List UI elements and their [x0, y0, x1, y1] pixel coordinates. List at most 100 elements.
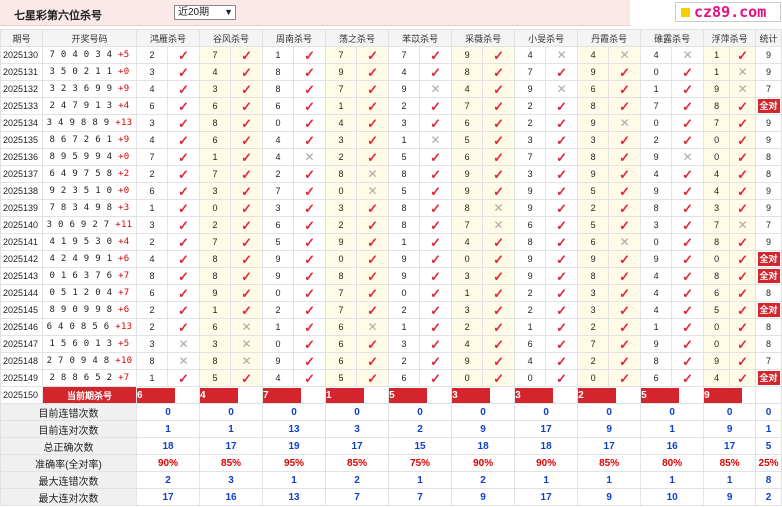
stats-row: 目前连错次数 0 0 0 0 0 0 0 0 0 0 0 [0, 403, 782, 421]
cross-icon: ✕ [241, 354, 252, 368]
correct-mark: ✓ [729, 46, 757, 64]
draw-number-cell: 2 4 7 9 1 3 +4 [42, 97, 137, 115]
cross-icon: ✕ [241, 337, 252, 351]
period-cell: 2025135 [0, 131, 43, 149]
kill-number: 3 [577, 131, 610, 149]
kill-number: 4 [262, 148, 295, 166]
correct-mark: ✓ [482, 352, 516, 370]
current-kill-cell: 5 [640, 386, 705, 404]
check-icon: ✓ [304, 81, 315, 97]
stat-cell: 9 [755, 233, 782, 251]
kill-number: 3 [577, 301, 610, 319]
correct-mark: ✓ [419, 114, 453, 132]
table-row: 2025141 4 1 9 5 3 0 +4 2 ✓ 7 ✓ 5 ✓ 9 ✓ 1 ✓ 4 ✓ 8 ✓ 6 ✕ 0 ✓ 8… [0, 233, 782, 251]
check-icon: ✓ [430, 64, 442, 80]
period-cell: 2025131 [0, 63, 43, 81]
kill-number: 8 [451, 199, 484, 217]
period-range-select[interactable]: 近20期 ▼ [174, 5, 236, 20]
correct-mark: ✓ [356, 335, 390, 353]
period-cell: 2025146 [0, 318, 43, 336]
correct-mark: ✓ [293, 216, 327, 234]
correct-mark: ✓ [166, 46, 201, 64]
kill-number: 9 [325, 233, 358, 251]
correct-mark: ✓ [293, 352, 327, 370]
correct-mark: ✓ [545, 182, 579, 200]
current-kill-cell: 4 [199, 386, 264, 404]
correct-mark: ✓ [608, 148, 642, 166]
draw-number-cell: 4 1 9 5 3 0 +4 [42, 233, 137, 251]
kill-number: 1 [136, 369, 168, 387]
kill-number: 6 [451, 148, 484, 166]
stat-cell: 全对 [755, 369, 782, 387]
correct-mark: ✓ [545, 284, 579, 302]
check-icon: ✓ [556, 217, 568, 233]
draw-number-cell: 4 2 4 9 9 1 +6 [42, 250, 137, 268]
column-header: 丹霞杀号 [577, 29, 642, 47]
current-kill-cell: 3 [451, 386, 516, 404]
check-icon: ✓ [241, 370, 252, 386]
check-icon: ✓ [493, 81, 505, 97]
correct-mark: ✓ [545, 335, 579, 353]
correct-mark: ✓ [729, 284, 757, 302]
stats-value: 13 [262, 488, 327, 506]
kill-number: 4 [577, 46, 610, 64]
correct-mark: ✓ [671, 250, 705, 268]
kill-number: 9 [514, 267, 547, 285]
wrong-mark: ✕ [729, 80, 757, 98]
kill-number: 7 [325, 284, 358, 302]
correct-mark: ✓ [419, 46, 453, 64]
check-icon: ✓ [178, 200, 189, 216]
check-icon: ✓ [367, 268, 378, 284]
kill-number: 3 [262, 199, 295, 217]
kill-number: 2 [262, 301, 295, 319]
correct-mark: ✓ [482, 267, 516, 285]
cross-icon: ✕ [367, 167, 378, 181]
check-icon: ✓ [367, 64, 378, 80]
draw-addend: +13 [115, 322, 133, 332]
stats-value: 85% [703, 454, 757, 472]
check-icon: ✓ [556, 319, 568, 335]
correct-mark: ✓ [482, 369, 516, 387]
check-icon: ✓ [430, 47, 442, 63]
wrong-mark: ✕ [293, 148, 327, 166]
stats-value: 9 [451, 488, 516, 506]
check-icon: ✓ [367, 98, 378, 114]
kill-number: 9 [262, 250, 295, 268]
check-icon: ✓ [178, 166, 189, 182]
check-icon: ✓ [737, 149, 749, 165]
kill-number: 0 [640, 233, 673, 251]
kill-number: 4 [451, 233, 484, 251]
current-kill-number: 5 [641, 387, 680, 403]
correct-mark: ✓ [419, 97, 453, 115]
correct-mark: ✓ [729, 148, 757, 166]
kill-number: 6 [451, 114, 484, 132]
check-icon: ✓ [556, 149, 568, 165]
check-icon: ✓ [304, 234, 315, 250]
kill-number: 0 [451, 250, 484, 268]
period-cell: 2025138 [0, 182, 43, 200]
stats-value: 85% [199, 454, 264, 472]
check-icon: ✓ [304, 183, 315, 199]
kill-number: 8 [640, 352, 673, 370]
stat-cell: 8 [755, 318, 782, 336]
cross-icon: ✕ [430, 82, 441, 96]
correct-mark: ✓ [545, 233, 579, 251]
kill-number: 3 [388, 114, 421, 132]
check-icon: ✓ [556, 98, 568, 114]
correct-mark: ✓ [482, 131, 516, 149]
check-icon: ✓ [556, 200, 568, 216]
kill-number: 6 [577, 80, 610, 98]
kill-number: 4 [514, 46, 547, 64]
current-kill-number: 5 [389, 387, 428, 403]
draw-number-cell: 9 2 3 5 1 0 +0 [42, 182, 137, 200]
correct-mark: ✓ [166, 216, 201, 234]
kill-number: 0 [577, 369, 610, 387]
site-logo[interactable]: cz89.com [675, 2, 781, 22]
kill-number: 5 [577, 216, 610, 234]
kill-number: 9 [640, 250, 673, 268]
check-icon: ✓ [367, 81, 378, 97]
kill-number: 2 [136, 165, 168, 183]
check-icon: ✓ [493, 285, 505, 301]
stat-cell: 9 [755, 199, 782, 217]
check-icon: ✓ [556, 234, 568, 250]
